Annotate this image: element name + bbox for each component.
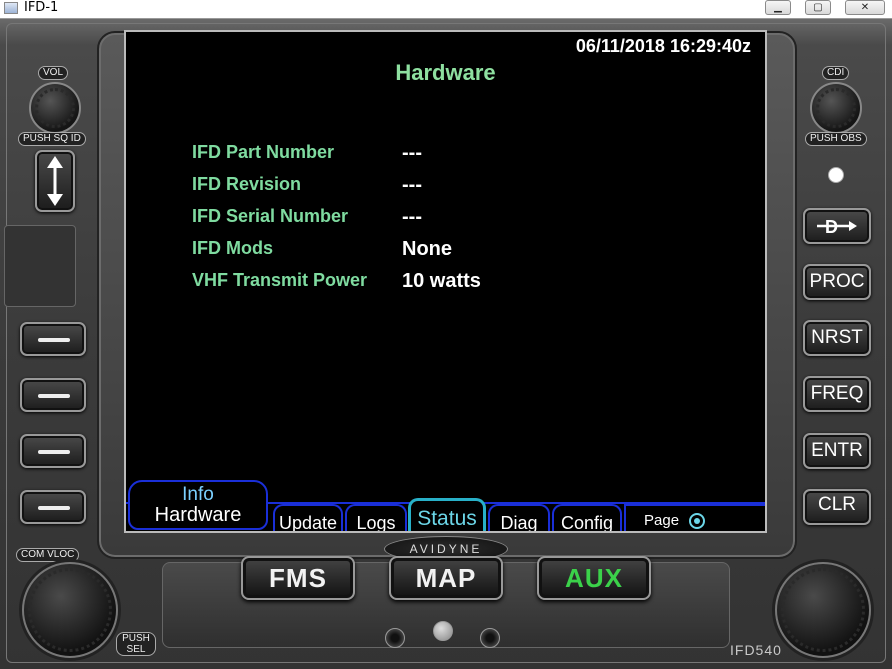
- photocell-indicator: [828, 167, 844, 183]
- cdi-label: CDI: [822, 66, 850, 80]
- window-title: IFD-1: [24, 0, 59, 15]
- nrst-button[interactable]: NRST: [803, 320, 871, 356]
- minimize-button[interactable]: ▁: [765, 0, 791, 15]
- nrst-label: NRST: [811, 327, 863, 348]
- fms-knob[interactable]: [775, 562, 871, 658]
- dash-icon: [38, 506, 70, 510]
- proc-label: PROC: [809, 271, 865, 292]
- row-label: IFD Serial Number: [192, 206, 349, 226]
- fms-button[interactable]: FMS: [241, 556, 355, 600]
- aux-button[interactable]: AUX: [537, 556, 651, 600]
- row-label: IFD Revision: [192, 174, 302, 194]
- row-label: VHF Transmit Power: [192, 270, 368, 290]
- tab-group-current: Hardware: [154, 504, 242, 526]
- right-bottom-knob-icon[interactable]: [480, 628, 500, 648]
- dash-icon: [38, 394, 70, 398]
- window-titlebar: IFD-1 ▁ ▢ ✕: [0, 0, 892, 18]
- card-slot: [4, 225, 76, 307]
- line-select-key-4[interactable]: [20, 490, 86, 524]
- knob-ridges: [35, 88, 75, 128]
- row-value: ---: [402, 206, 422, 228]
- page-knob-icon: [689, 513, 706, 530]
- direct-to-icon: D: [817, 217, 857, 237]
- row-value: None: [402, 238, 452, 260]
- page-title: Hardware: [395, 60, 496, 85]
- tab-group-info[interactable]: Info Hardware: [128, 480, 268, 530]
- swap-frequency-button[interactable]: [35, 150, 75, 212]
- knob-ridges: [781, 568, 865, 652]
- tab-update[interactable]: Update: [273, 504, 343, 531]
- proc-button[interactable]: PROC: [803, 264, 871, 300]
- dash-icon: [38, 338, 70, 342]
- tab-config[interactable]: Config: [552, 504, 622, 531]
- clr-label: CLR: [817, 494, 856, 515]
- direct-to-button[interactable]: D: [803, 208, 871, 244]
- tab-diag[interactable]: Diag: [488, 504, 550, 531]
- volume-knob[interactable]: [29, 82, 81, 134]
- tab-status[interactable]: Status: [408, 498, 486, 531]
- line-select-key-2[interactable]: [20, 378, 86, 412]
- up-down-arrow-icon: [47, 156, 63, 206]
- page-label: Page: [644, 512, 680, 529]
- dash-icon: [38, 450, 70, 454]
- tab-logs[interactable]: Logs: [345, 504, 407, 531]
- close-button[interactable]: ✕: [845, 0, 885, 15]
- map-button[interactable]: MAP: [389, 556, 503, 600]
- datetime-readout: 06/11/2018 16:29:40z: [575, 36, 751, 56]
- freq-button[interactable]: FREQ: [803, 376, 871, 412]
- model-label: IFD540: [730, 642, 782, 658]
- tab-bar: Info Hardware Update Logs Status Diag Co…: [126, 476, 765, 531]
- row-value: 10 watts: [402, 270, 481, 292]
- entr-label: ENTR: [811, 440, 863, 461]
- row-value: ---: [402, 174, 422, 196]
- knob-ridges: [28, 568, 112, 652]
- cdi-knob[interactable]: [810, 82, 862, 134]
- line-select-key-3[interactable]: [20, 434, 86, 468]
- freq-label: FREQ: [810, 383, 864, 404]
- vol-label: VOL: [38, 66, 69, 80]
- line-select-key-1[interactable]: [20, 322, 86, 356]
- row-label: IFD Mods: [192, 238, 273, 258]
- app-icon: [4, 2, 18, 14]
- tab-group-label: Info: [182, 484, 214, 505]
- left-bottom-knob-icon[interactable]: [385, 628, 405, 648]
- row-value: ---: [402, 142, 422, 164]
- display-screen: 06/11/2018 16:29:40z Hardware IFD Part N…: [124, 30, 767, 533]
- page-indicator: Page: [624, 504, 765, 531]
- push-sel-label: PUSH SEL: [116, 632, 156, 656]
- com-vloc-label: COM VLOC: [16, 548, 80, 562]
- com-vloc-knob[interactable]: [22, 562, 118, 658]
- light-sensor-icon: [433, 621, 453, 641]
- entr-button[interactable]: ENTR: [803, 433, 871, 469]
- clr-button[interactable]: CLR: [803, 489, 871, 525]
- knob-ridges: [816, 88, 856, 128]
- row-label: IFD Part Number: [192, 142, 335, 162]
- maximize-button[interactable]: ▢: [805, 0, 831, 15]
- push-sq-id-label: PUSH SQ ID: [18, 132, 86, 146]
- push-obs-label: PUSH OBS: [805, 132, 867, 146]
